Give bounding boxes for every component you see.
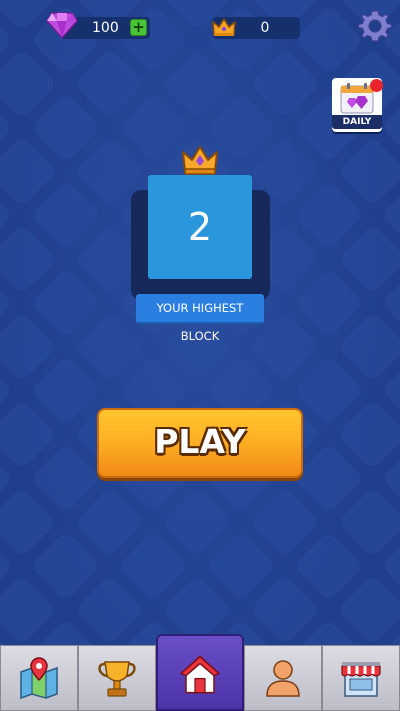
map-pin-icon (20, 657, 58, 700)
gem-icon (46, 10, 78, 40)
crown-icon (211, 16, 237, 38)
highest-block-label: YOUR HIGHEST BLOCK (136, 294, 264, 343)
nav-tab-home[interactable] (156, 634, 244, 711)
gem-count: 100 (92, 20, 119, 36)
highest-block-tile: 2 (148, 175, 252, 279)
nav-tab-profile[interactable] (244, 645, 322, 711)
nav-tab-map[interactable] (0, 645, 78, 711)
shop-icon (341, 662, 381, 697)
add-gems-button[interactable]: + (130, 19, 147, 36)
nav-tab-leaderboard[interactable] (78, 645, 156, 711)
home-icon (180, 655, 220, 693)
profile-icon (266, 660, 300, 697)
gear-icon[interactable] (357, 9, 393, 43)
crown-count: 0 (260, 20, 270, 36)
crown-icon (180, 143, 220, 177)
top-bar: 100 + 0 (0, 0, 400, 56)
daily-label: DAILY (332, 115, 382, 129)
play-button[interactable]: PLAY (97, 408, 303, 478)
trophy-icon (98, 661, 136, 697)
notification-dot (370, 79, 383, 92)
nav-tab-shop[interactable] (322, 645, 400, 711)
